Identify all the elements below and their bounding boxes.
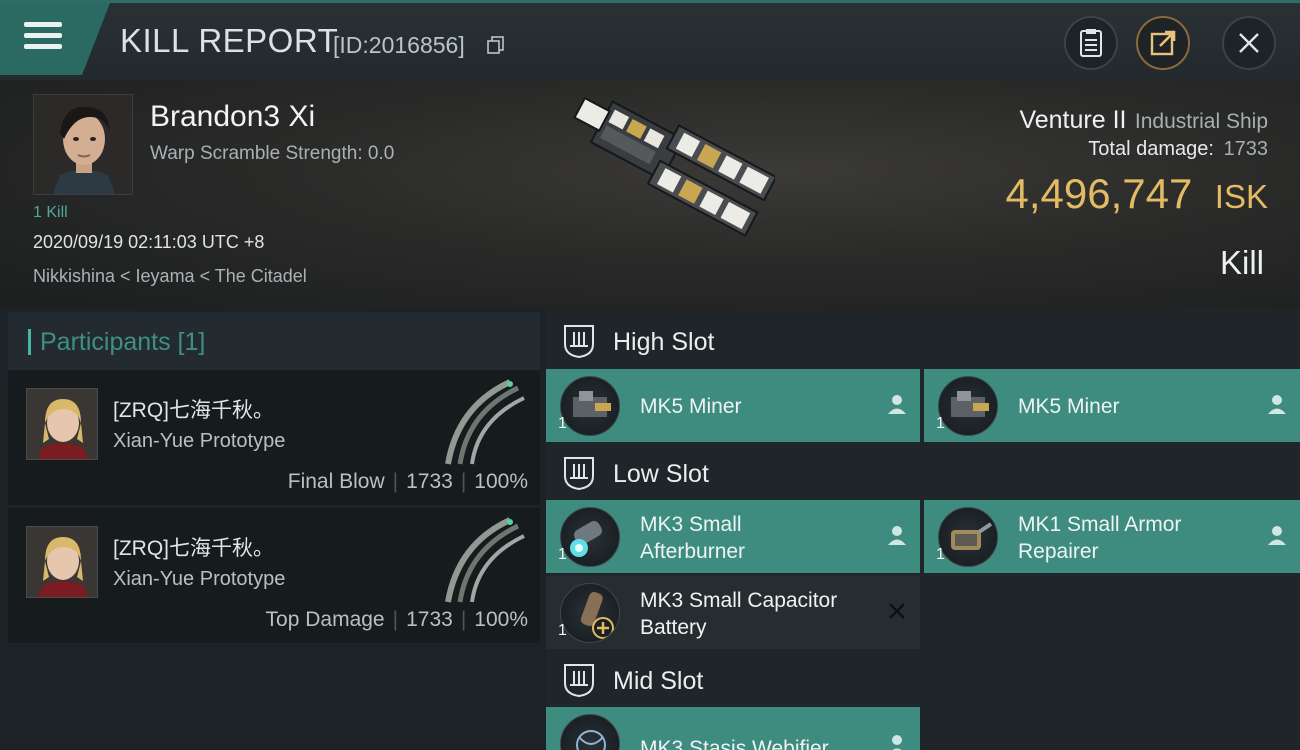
module-item[interactable]: 1 MK3 Small Afterburner	[546, 500, 920, 573]
result-label: Kill	[1219, 244, 1264, 281]
module-item[interactable]: 1 MK1 Small Armor Repairer	[924, 500, 1300, 573]
separator: |	[460, 470, 467, 493]
page-title: KILL REPORT	[120, 22, 339, 59]
participant-role: Top Damage	[265, 608, 385, 631]
pilot-icon[interactable]	[1266, 393, 1288, 415]
isk-unit: ISK	[1214, 178, 1268, 215]
participant-percent: 100%	[474, 608, 528, 631]
ship-info: Venture II Industrial Ship	[1019, 106, 1268, 135]
module-name: MK5 Miner	[1018, 395, 1120, 418]
capacitor-battery-module-icon	[560, 583, 620, 643]
high-slot-icon	[564, 325, 594, 358]
header-accent-line	[0, 0, 1300, 3]
victim-summary: Brandon3 Xi Warp Scramble Strength: 0.0 …	[0, 80, 1300, 308]
close-button[interactable]	[1222, 16, 1276, 70]
isk-loss: 4,496,747 ISK	[1005, 170, 1268, 218]
module-quantity: 1	[936, 546, 945, 563]
mid-slot-header: Mid Slot	[546, 649, 1300, 711]
fitting-panel: High Slot 1 MK5 Miner 1 MK5 Miner Low Sl…	[546, 308, 1300, 750]
total-damage-label: Total damage:	[1088, 138, 1214, 160]
module-quantity: 1	[558, 546, 567, 563]
low-slot-icon	[564, 457, 594, 490]
participant-stats: Final Blow | 1733 | 100%	[288, 470, 528, 494]
kill-location: Nikkishina < Ieyama < The Citadel	[33, 266, 307, 286]
participants-panel: Participants [1] [ZRQ]七海千秋。 Xian-Yue Pro…	[0, 308, 546, 750]
participant-ship: Xian-Yue Prototype	[113, 568, 286, 590]
separator: |	[392, 470, 399, 493]
afterburner-module-icon	[560, 507, 620, 567]
weapon-icon	[445, 517, 525, 603]
module-quantity: 1	[558, 415, 567, 432]
total-damage: Total damage: 1733	[1088, 138, 1268, 161]
module-item[interactable]: 1 MK5 Miner	[546, 369, 920, 442]
kill-count: 1 Kill	[33, 204, 68, 221]
participant-ship: Xian-Yue Prototype	[113, 430, 286, 452]
module-item[interactable]: MK3 Stasis Webifier	[546, 707, 920, 750]
miner-module-icon	[560, 376, 620, 436]
participant-stats: Top Damage | 1733 | 100%	[266, 608, 528, 632]
participant-avatar[interactable]	[26, 526, 98, 598]
pilot-icon[interactable]	[886, 393, 908, 415]
header-accent-bar	[28, 329, 31, 355]
module-name-line1: MK3 Small	[640, 513, 742, 536]
participant-damage: 1733	[406, 470, 453, 493]
participant-name: [ZRQ]七海千秋。	[113, 537, 274, 560]
module-name: MK3 Stasis Webifier	[640, 737, 829, 750]
ship-name: Venture II	[1019, 106, 1127, 134]
dropped-x-icon	[889, 603, 905, 619]
participant-row[interactable]: [ZRQ]七海千秋。 Xian-Yue Prototype Top Damage…	[8, 508, 540, 643]
mid-slot-title: Mid Slot	[613, 667, 704, 695]
header-bar: KILL REPORT [ID:2016856]	[0, 0, 1300, 80]
module-quantity: 1	[558, 622, 567, 639]
low-slot-header: Low Slot	[546, 442, 1300, 504]
participant-percent: 100%	[474, 470, 528, 493]
module-name: MK5 Miner	[640, 395, 742, 418]
miner-module-icon	[938, 376, 998, 436]
ship-type: Industrial Ship	[1134, 110, 1268, 133]
module-item[interactable]: 1 MK5 Miner	[924, 369, 1300, 442]
participant-row[interactable]: [ZRQ]七海千秋。 Xian-Yue Prototype Final Blow…	[8, 370, 540, 505]
module-item[interactable]: 1 MK3 Small Capacitor Battery	[546, 576, 920, 649]
mid-slot-icon	[564, 664, 594, 697]
separator: |	[460, 608, 467, 631]
ship-image	[573, 96, 775, 237]
participants-header: Participants [1]	[8, 312, 540, 370]
module-name-line1: MK1 Small Armor	[1018, 513, 1182, 536]
armor-repairer-module-icon	[938, 507, 998, 567]
module-name-line2: Repairer	[1018, 540, 1099, 563]
close-icon	[1239, 33, 1259, 53]
menu-icon[interactable]	[24, 22, 62, 52]
share-button[interactable]	[1136, 16, 1190, 70]
module-name-line2: Battery	[640, 616, 707, 639]
low-slot-title: Low Slot	[613, 460, 709, 488]
report-id: [ID:2016856]	[333, 32, 465, 58]
total-damage-value: 1733	[1223, 138, 1269, 160]
clipboard-icon	[1080, 29, 1102, 57]
module-quantity: 1	[936, 415, 945, 432]
participants-title: Participants [1]	[40, 328, 206, 356]
pilot-icon[interactable]	[886, 733, 908, 750]
stasis-webifier-module-icon	[560, 714, 620, 750]
share-icon	[1150, 30, 1176, 56]
high-slot-title: High Slot	[613, 328, 715, 356]
copy-icon[interactable]	[486, 35, 506, 55]
participant-name: [ZRQ]七海千秋。	[113, 399, 274, 422]
high-slot-header: High Slot	[546, 310, 1300, 372]
module-name-line2: Afterburner	[640, 540, 746, 563]
participant-role: Final Blow	[287, 470, 385, 493]
participant-damage: 1733	[406, 608, 453, 631]
separator: |	[392, 608, 399, 631]
victim-portrait[interactable]	[33, 94, 133, 195]
victim-pilot-name: Brandon3 Xi	[150, 100, 316, 133]
weapon-icon	[445, 379, 525, 465]
pilot-icon[interactable]	[886, 524, 908, 546]
warp-scramble-strength: Warp Scramble Strength: 0.0	[150, 143, 395, 164]
kill-timestamp: 2020/09/19 02:11:03 UTC +8	[33, 232, 265, 252]
isk-value: 4,496,747	[1005, 170, 1193, 217]
participant-avatar[interactable]	[26, 388, 98, 460]
clipboard-button[interactable]	[1064, 16, 1118, 70]
pilot-icon[interactable]	[1266, 524, 1288, 546]
module-name-line1: MK3 Small Capacitor	[640, 589, 838, 612]
